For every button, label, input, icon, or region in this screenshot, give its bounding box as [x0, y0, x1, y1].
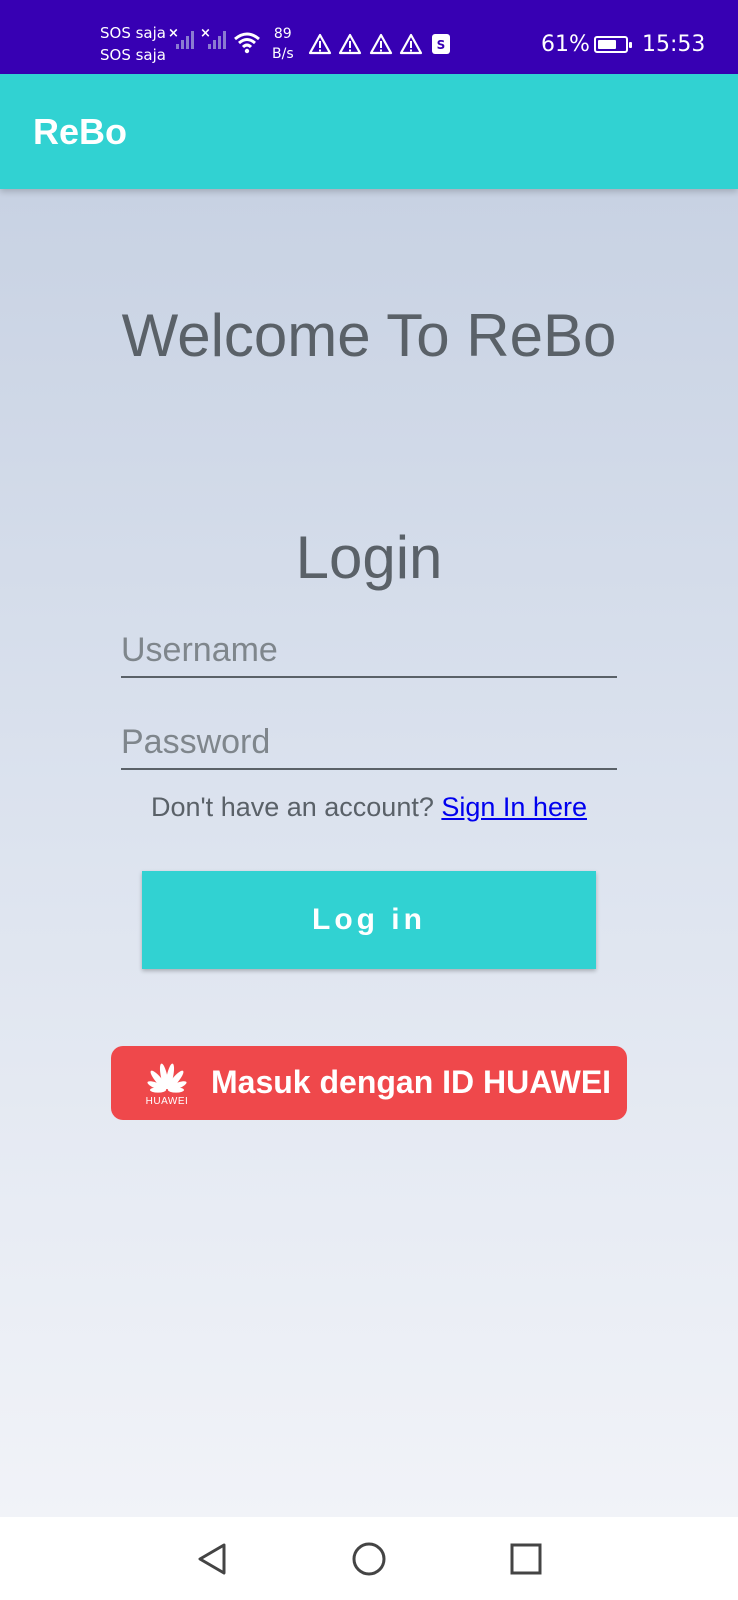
app-bar: ReBo	[0, 74, 738, 189]
clock: 15:53	[642, 32, 706, 57]
huawei-button-label: Masuk dengan ID HUAWEI	[211, 1064, 612, 1100]
huawei-brand-text: HUAWEI	[145, 1096, 189, 1107]
wifi-icon	[234, 32, 260, 54]
back-triangle-icon[interactable]	[192, 1539, 232, 1579]
login-button[interactable]: Log in	[142, 871, 596, 969]
battery-percent: 61%	[541, 32, 590, 57]
password-input[interactable]	[121, 716, 617, 770]
carrier-2: SOS saja	[100, 46, 166, 64]
home-circle-icon[interactable]	[349, 1539, 389, 1579]
huawei-logo-icon: HUAWEI	[141, 1056, 193, 1112]
recents-square-icon[interactable]	[506, 1539, 546, 1579]
no-account-text: Don't have an account?	[151, 792, 434, 822]
app-title: ReBo	[33, 111, 128, 152]
status-bar: SOS saja SOS saja × × 89 B/s S 61% 15:53	[0, 0, 738, 74]
login-heading: Login	[295, 524, 443, 591]
shopping-bag-icon: S	[432, 34, 450, 54]
warning-icon	[399, 33, 423, 55]
warning-icon	[369, 33, 393, 55]
battery-icon	[594, 36, 632, 53]
system-nav-bar	[0, 1517, 738, 1600]
carrier-1: SOS saja	[100, 24, 166, 42]
username-input[interactable]	[121, 624, 617, 678]
login-screen: Welcome To ReBo Login Don't have an acco…	[0, 189, 738, 1517]
net-speed: 89 B/s	[272, 26, 294, 62]
signup-prompt: Don't have an account? Sign In here	[0, 792, 738, 823]
welcome-heading: Welcome To ReBo	[121, 302, 617, 369]
huawei-id-login-button[interactable]: HUAWEI Masuk dengan ID HUAWEI	[111, 1046, 627, 1120]
warning-icon	[308, 33, 332, 55]
warning-icon	[338, 33, 362, 55]
sign-in-link[interactable]: Sign In here	[441, 792, 587, 822]
carrier-info: SOS saja SOS saja	[100, 22, 166, 66]
